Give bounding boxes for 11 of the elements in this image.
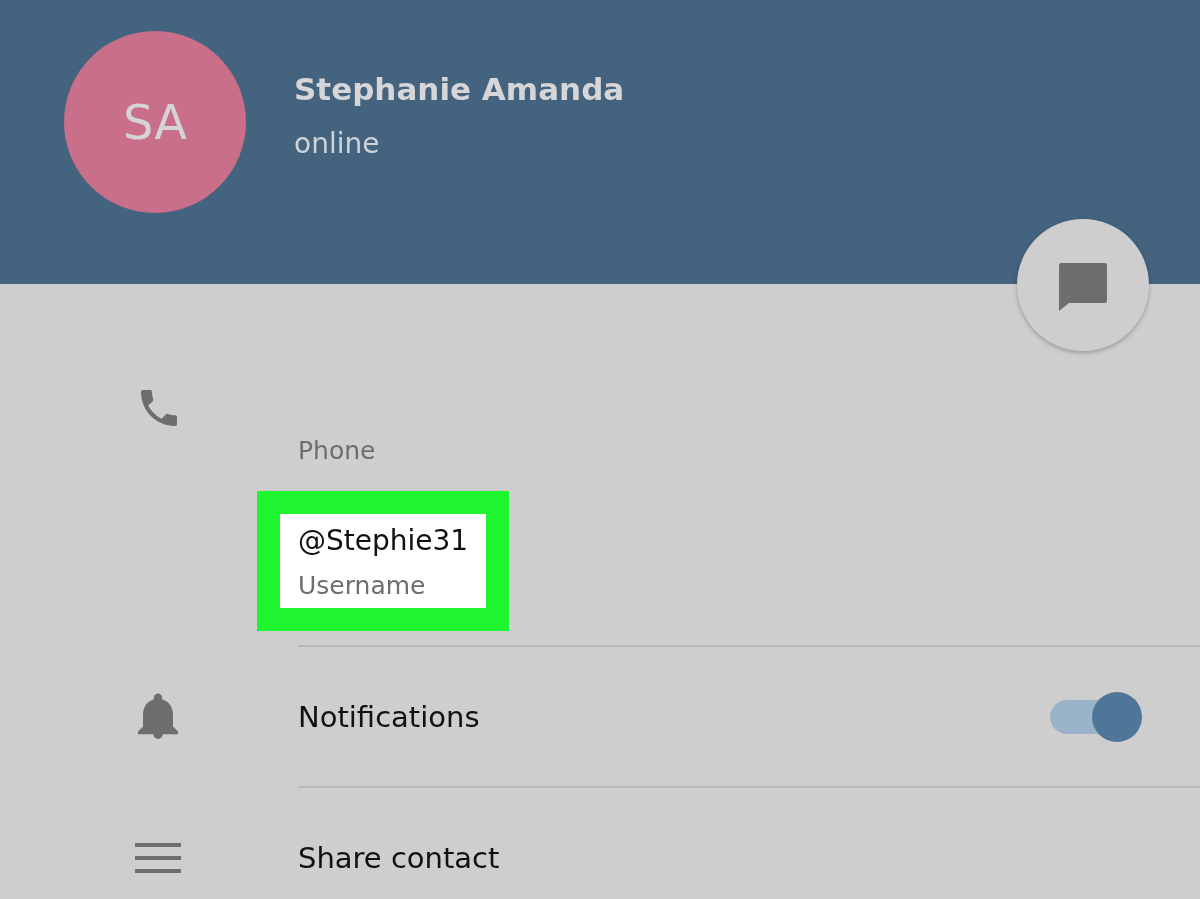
bell-icon — [135, 692, 181, 741]
setting-label[interactable]: Notifications — [298, 699, 1050, 734]
field-label: Username — [298, 571, 427, 600]
status-text: online — [294, 127, 381, 160]
toggle-switch[interactable] — [1050, 691, 1142, 742]
contact-name: Stephanie Amanda — [294, 71, 625, 107]
field-label: Phone — [298, 436, 377, 465]
setting-label[interactable]: Share contact — [298, 840, 1200, 875]
username-value: @Stephie31 — [298, 524, 469, 557]
menu-icon — [135, 840, 181, 875]
avatar: SA — [64, 31, 246, 213]
